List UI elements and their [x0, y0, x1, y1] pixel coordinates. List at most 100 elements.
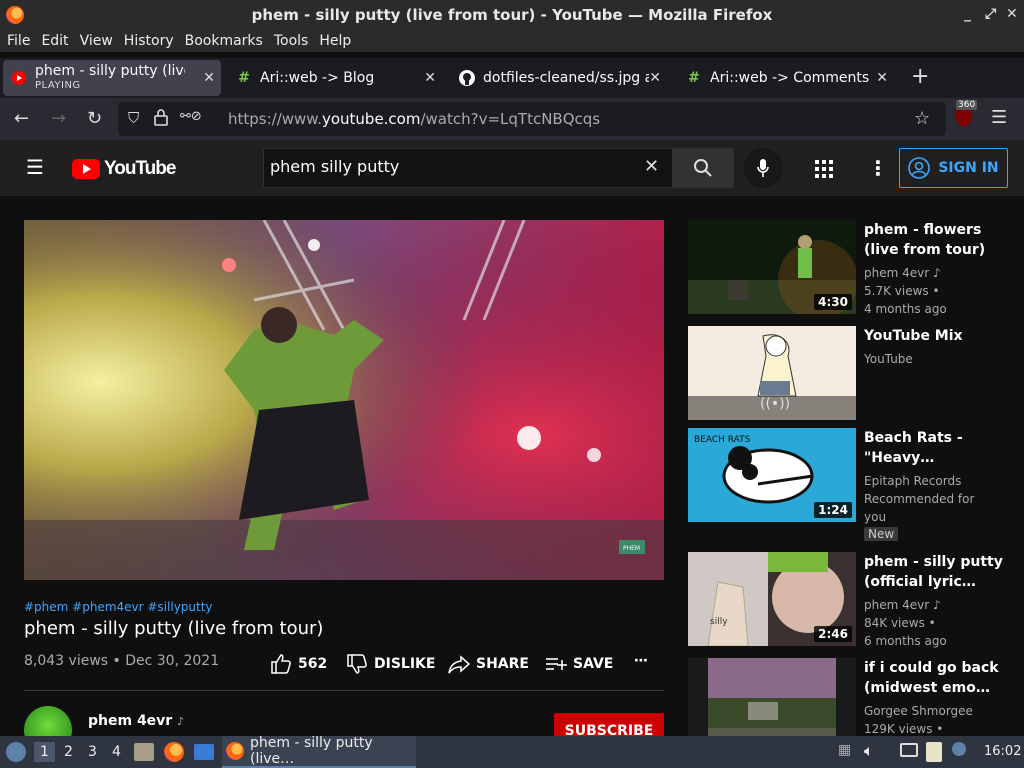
url-text[interactable]: https://www.youtube.com/watch?v=LqTtcNBQ… — [228, 110, 600, 128]
recommendation-item[interactable]: if i could go back (midwest emo… Gorgee … — [688, 658, 1024, 736]
back-arrow-icon[interactable]: ← — [14, 108, 29, 129]
ublock-extension-icon[interactable]: 360 — [954, 100, 978, 130]
video-hashtags[interactable]: #phem #phem4evr #sillyputty — [24, 600, 213, 614]
workspace-3[interactable]: 3 — [88, 744, 97, 760]
recommendation-channel: Epitaph Records — [864, 474, 962, 488]
video-duration: 4:30 — [814, 294, 852, 310]
menubar: File Edit View History Bookmarks Tools H… — [0, 30, 1024, 52]
tab-strip: phem - silly putty (live fr PLAYING ✕ # … — [0, 58, 1024, 98]
video-title: phem - silly putty (live from tour) — [24, 618, 324, 639]
recommendation-reason-2: you — [864, 510, 887, 524]
guide-menu-icon[interactable]: ☰ — [26, 155, 44, 179]
recommendation-item[interactable]: ((•)) YouTube Mix YouTube — [688, 326, 1024, 420]
sign-in-button[interactable]: SIGN IN — [899, 148, 1008, 188]
menu-view[interactable]: View — [80, 33, 113, 49]
recommendation-title[interactable]: YouTube Mix — [864, 326, 1004, 346]
close-tab-icon[interactable]: ✕ — [876, 70, 888, 86]
menu-edit[interactable]: Edit — [41, 33, 68, 49]
recommendation-thumbnail[interactable] — [688, 658, 856, 736]
recommendation-item[interactable]: silly 2:46 phem - silly putty (official … — [688, 552, 1024, 648]
workspace-1[interactable]: 1 — [34, 742, 55, 762]
reload-icon[interactable]: ↻ — [87, 108, 102, 129]
network-icon[interactable] — [900, 743, 918, 757]
recommendation-reason: Recommended for — [864, 492, 975, 506]
file-manager-icon[interactable] — [134, 743, 154, 761]
youtube-header: ☰ YouTube ✕ ⋮ SIGN IN — [0, 140, 1024, 196]
recommendation-title[interactable]: if i could go back (midwest emo… — [864, 658, 1004, 698]
menu-help[interactable]: Help — [319, 33, 351, 49]
recommendation-age: 6 months ago — [864, 634, 947, 648]
minimize-button[interactable]: _ — [964, 6, 971, 22]
like-button[interactable]: 562 — [270, 653, 327, 675]
maximize-button[interactable]: ⤢ — [985, 6, 996, 22]
recommendation-title[interactable]: phem - silly putty (official lyric… — [864, 552, 1004, 592]
tab-youtube[interactable]: phem - silly putty (live fr PLAYING ✕ — [3, 60, 221, 96]
channel-name[interactable]: phem 4evr ♪ — [88, 713, 184, 729]
share-button[interactable]: SHARE — [448, 653, 529, 675]
recommendation-thumbnail[interactable]: BEACH RATS 1:24 — [688, 428, 856, 522]
close-tab-icon[interactable]: ✕ — [424, 70, 436, 86]
recommendation-item[interactable]: 4:30 phem - flowers (live from tour) phe… — [688, 220, 1024, 316]
clipboard-icon[interactable] — [926, 742, 942, 762]
forward-arrow-icon[interactable]: → — [51, 108, 66, 129]
notification-icon[interactable] — [952, 742, 966, 756]
search-input[interactable] — [270, 157, 630, 176]
tab-label: dotfiles-cleaned/ss.jpg at — [483, 70, 649, 86]
hamburger-menu-icon[interactable]: ☰ — [991, 107, 1007, 128]
menu-history[interactable]: History — [124, 33, 174, 49]
firefox-launcher-icon[interactable] — [164, 742, 184, 762]
tray-updates-icon[interactable]: ▦ — [838, 742, 851, 758]
menu-file[interactable]: File — [7, 33, 30, 49]
recommendation-title[interactable]: Beach Rats - "Heavy… — [864, 428, 1004, 468]
search-button[interactable] — [672, 148, 734, 188]
lock-icon[interactable] — [154, 108, 168, 130]
ublock-badge: 360 — [956, 100, 978, 110]
start-menu-icon[interactable] — [6, 742, 26, 762]
tab-blog[interactable]: # Ari::web -> Blog ✕ — [228, 60, 442, 96]
video-frame: PHEM — [24, 220, 664, 580]
recommendation-thumbnail[interactable]: 4:30 — [688, 220, 856, 314]
recommendation-thumbnail[interactable]: ((•)) — [688, 326, 856, 420]
search-icon — [694, 159, 712, 177]
new-tab-button[interactable]: + — [911, 64, 929, 89]
account-icon — [908, 157, 931, 179]
close-window-button[interactable]: ✕ — [1006, 6, 1018, 22]
more-options-icon[interactable]: ⋮ — [868, 156, 888, 180]
save-button[interactable]: SAVE — [545, 653, 613, 675]
permissions-icon[interactable]: ⚯⊘ — [180, 109, 202, 124]
thumbs-up-icon — [271, 654, 291, 674]
recommendation-title[interactable]: phem - flowers (live from tour) — [864, 220, 1004, 260]
clear-search-icon[interactable]: ✕ — [644, 156, 659, 177]
close-tab-icon[interactable]: ✕ — [649, 70, 661, 86]
search-box[interactable]: ✕ — [263, 148, 673, 188]
recommendation-age: 4 months ago — [864, 302, 947, 316]
video-duration: 2:46 — [814, 626, 852, 642]
recommendation-channel: Gorgee Shmorgee — [864, 704, 973, 718]
taskbar-window-firefox[interactable]: phem - silly putty (live… — [222, 735, 416, 768]
clock: 16:02 — [984, 744, 1022, 759]
workspace-2[interactable]: 2 — [64, 744, 73, 760]
menu-bookmarks[interactable]: Bookmarks — [185, 33, 263, 49]
video-meta: 8,043 views • Dec 30, 2021 — [24, 653, 220, 669]
apps-grid-icon[interactable] — [815, 160, 833, 178]
more-actions-icon[interactable]: ⋯ — [634, 653, 648, 669]
volume-icon[interactable]: 🔈︎ — [864, 741, 874, 761]
youtube-icon — [11, 70, 27, 86]
music-note-icon: ♪ — [933, 266, 941, 280]
shield-icon[interactable]: ⛉ — [128, 109, 139, 127]
youtube-logo[interactable]: YouTube — [72, 158, 176, 180]
desktop-icon[interactable] — [194, 744, 214, 760]
workspace-4[interactable]: 4 — [112, 744, 121, 760]
dislike-button[interactable]: DISLIKE — [346, 653, 435, 675]
tab-github[interactable]: dotfiles-cleaned/ss.jpg at ✕ — [451, 60, 667, 96]
voice-search-button[interactable] — [743, 148, 783, 188]
recommendation-thumbnail[interactable]: silly 2:46 — [688, 552, 856, 646]
bookmark-star-icon[interactable]: ☆ — [914, 108, 930, 129]
video-player[interactable]: PHEM — [24, 220, 664, 580]
video-duration: 1:24 — [814, 502, 852, 518]
recommendation-item[interactable]: BEACH RATS 1:24 Beach Rats - "Heavy… Epi… — [688, 428, 1024, 541]
url-bar[interactable]: ⛉ ⚯⊘ https://www.youtube.com/watch?v=LqT… — [118, 102, 946, 136]
menu-tools[interactable]: Tools — [274, 33, 309, 49]
tab-comments[interactable]: # Ari::web -> Comments ✕ — [678, 60, 894, 96]
close-tab-icon[interactable]: ✕ — [203, 70, 215, 86]
